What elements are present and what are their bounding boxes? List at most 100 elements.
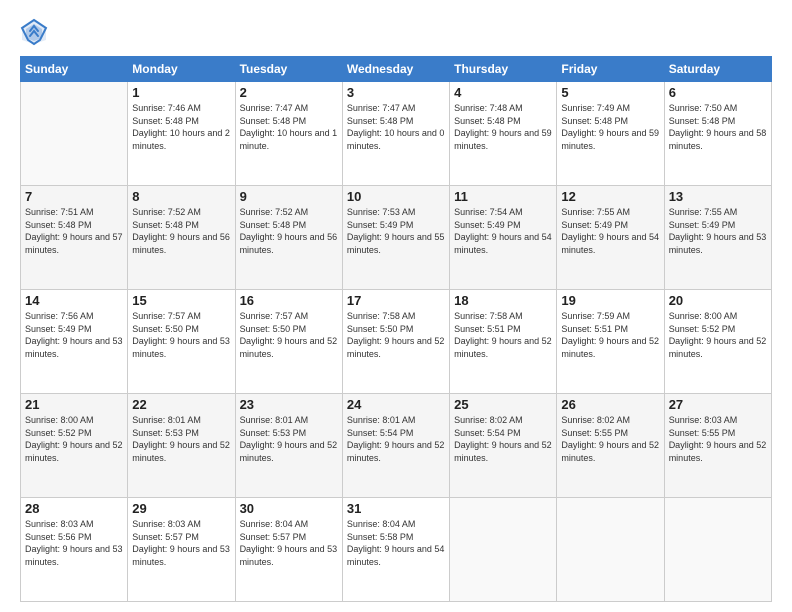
calendar-cell: 2 Sunrise: 7:47 AMSunset: 5:48 PMDaylight… — [235, 82, 342, 186]
calendar-cell: 23Sunrise: 8:01 AMSunset: 5:53 PMDayligh… — [235, 394, 342, 498]
day-info: Sunrise: 8:03 AMSunset: 5:56 PMDaylight:… — [25, 518, 123, 568]
calendar-cell: 3Sunrise: 7:47 AMSunset: 5:48 PMDaylight… — [342, 82, 449, 186]
calendar-cell: 22 Sunrise: 8:01 AMSunset: 5:53 PMDayligh… — [128, 394, 235, 498]
day-number: 29 — [132, 501, 230, 516]
day-number: 17 — [347, 293, 445, 308]
calendar-week-row: 21Sunrise: 8:00 AMSunset: 5:52 PMDayligh… — [21, 394, 772, 498]
day-number: 30 — [240, 501, 338, 516]
day-info: Sunrise: 7:47 AMSunset: 5:48 PMDaylight:… — [240, 102, 338, 152]
calendar-week-row: 14 Sunrise: 7:56 AMSunset: 5:49 PMDayligh… — [21, 290, 772, 394]
day-info: Sunrise: 8:01 AMSunset: 5:54 PMDaylight:… — [347, 414, 445, 464]
day-number: 23 — [240, 397, 338, 412]
logo — [20, 18, 52, 46]
calendar-cell: 12 Sunrise: 7:55 AMSunset: 5:49 PMDayligh… — [557, 186, 664, 290]
calendar-cell: 16Sunrise: 7:57 AMSunset: 5:50 PMDayligh… — [235, 290, 342, 394]
calendar-cell: 19 Sunrise: 7:59 AMSunset: 5:51 PMDayligh… — [557, 290, 664, 394]
calendar-cell: 14 Sunrise: 7:56 AMSunset: 5:49 PMDayligh… — [21, 290, 128, 394]
calendar-cell: 15 Sunrise: 7:57 AMSunset: 5:50 PMDayligh… — [128, 290, 235, 394]
day-info: Sunrise: 7:52 AMSunset: 5:48 PMDaylight:… — [240, 206, 338, 256]
calendar-cell: 25 Sunrise: 8:02 AMSunset: 5:54 PMDayligh… — [450, 394, 557, 498]
day-info: Sunrise: 7:48 AMSunset: 5:48 PMDaylight:… — [454, 102, 552, 152]
calendar-header-monday: Monday — [128, 57, 235, 82]
day-info: Sunrise: 8:01 AMSunset: 5:53 PMDaylight:… — [132, 414, 230, 464]
day-number: 2 — [240, 85, 338, 100]
day-info: Sunrise: 7:57 AMSunset: 5:50 PMDaylight:… — [132, 310, 230, 360]
day-number: 27 — [669, 397, 767, 412]
calendar-header-saturday: Saturday — [664, 57, 771, 82]
day-info: Sunrise: 7:55 AMSunset: 5:49 PMDaylight:… — [561, 206, 659, 256]
calendar-cell: 27 Sunrise: 8:03 AMSunset: 5:55 PMDayligh… — [664, 394, 771, 498]
calendar-cell: 28Sunrise: 8:03 AMSunset: 5:56 PMDayligh… — [21, 498, 128, 602]
day-number: 24 — [347, 397, 445, 412]
day-info: Sunrise: 8:02 AMSunset: 5:54 PMDaylight:… — [454, 414, 552, 464]
calendar-cell: 1 Sunrise: 7:46 AMSunset: 5:48 PMDaylight… — [128, 82, 235, 186]
calendar-cell — [664, 498, 771, 602]
day-number: 5 — [561, 85, 659, 100]
day-info: Sunrise: 7:53 AMSunset: 5:49 PMDaylight:… — [347, 206, 445, 256]
day-number: 19 — [561, 293, 659, 308]
calendar-cell: 24 Sunrise: 8:01 AMSunset: 5:54 PMDayligh… — [342, 394, 449, 498]
day-info: Sunrise: 8:03 AMSunset: 5:57 PMDaylight:… — [132, 518, 230, 568]
calendar-cell: 21Sunrise: 8:00 AMSunset: 5:52 PMDayligh… — [21, 394, 128, 498]
day-number: 22 — [132, 397, 230, 412]
day-number: 18 — [454, 293, 552, 308]
calendar-cell: 10 Sunrise: 7:53 AMSunset: 5:49 PMDayligh… — [342, 186, 449, 290]
day-info: Sunrise: 8:03 AMSunset: 5:55 PMDaylight:… — [669, 414, 767, 464]
calendar-week-row: 28Sunrise: 8:03 AMSunset: 5:56 PMDayligh… — [21, 498, 772, 602]
calendar-week-row: 7Sunrise: 7:51 AMSunset: 5:48 PMDaylight… — [21, 186, 772, 290]
day-number: 16 — [240, 293, 338, 308]
calendar-cell: 18 Sunrise: 7:58 AMSunset: 5:51 PMDayligh… — [450, 290, 557, 394]
day-info: Sunrise: 7:56 AMSunset: 5:49 PMDaylight:… — [25, 310, 123, 360]
day-info: Sunrise: 8:04 AMSunset: 5:57 PMDaylight:… — [240, 518, 338, 568]
day-info: Sunrise: 7:58 AMSunset: 5:50 PMDaylight:… — [347, 310, 445, 360]
calendar-cell — [557, 498, 664, 602]
calendar-cell — [21, 82, 128, 186]
day-number: 20 — [669, 293, 767, 308]
day-number: 15 — [132, 293, 230, 308]
calendar-cell: 29 Sunrise: 8:03 AMSunset: 5:57 PMDayligh… — [128, 498, 235, 602]
day-info: Sunrise: 7:46 AMSunset: 5:48 PMDaylight:… — [132, 102, 230, 152]
calendar-cell: 8 Sunrise: 7:52 AMSunset: 5:48 PMDaylight… — [128, 186, 235, 290]
calendar-header-tuesday: Tuesday — [235, 57, 342, 82]
calendar-cell: 31Sunrise: 8:04 AMSunset: 5:58 PMDayligh… — [342, 498, 449, 602]
day-info: Sunrise: 7:58 AMSunset: 5:51 PMDaylight:… — [454, 310, 552, 360]
day-info: Sunrise: 7:49 AMSunset: 5:48 PMDaylight:… — [561, 102, 659, 152]
calendar-cell: 30 Sunrise: 8:04 AMSunset: 5:57 PMDayligh… — [235, 498, 342, 602]
header — [20, 18, 772, 46]
day-number: 25 — [454, 397, 552, 412]
day-info: Sunrise: 7:55 AMSunset: 5:49 PMDaylight:… — [669, 206, 767, 256]
calendar-header-sunday: Sunday — [21, 57, 128, 82]
day-number: 9 — [240, 189, 338, 204]
day-number: 10 — [347, 189, 445, 204]
day-info: Sunrise: 8:04 AMSunset: 5:58 PMDaylight:… — [347, 518, 445, 568]
calendar-week-row: 1 Sunrise: 7:46 AMSunset: 5:48 PMDaylight… — [21, 82, 772, 186]
day-number: 13 — [669, 189, 767, 204]
calendar-header-wednesday: Wednesday — [342, 57, 449, 82]
calendar-cell: 11Sunrise: 7:54 AMSunset: 5:49 PMDayligh… — [450, 186, 557, 290]
day-number: 4 — [454, 85, 552, 100]
calendar-cell: 17 Sunrise: 7:58 AMSunset: 5:50 PMDayligh… — [342, 290, 449, 394]
day-number: 1 — [132, 85, 230, 100]
day-info: Sunrise: 8:00 AMSunset: 5:52 PMDaylight:… — [669, 310, 767, 360]
logo-icon — [20, 18, 48, 46]
day-number: 14 — [25, 293, 123, 308]
calendar-cell: 9 Sunrise: 7:52 AMSunset: 5:48 PMDaylight… — [235, 186, 342, 290]
calendar-cell: 26 Sunrise: 8:02 AMSunset: 5:55 PMDayligh… — [557, 394, 664, 498]
day-info: Sunrise: 7:52 AMSunset: 5:48 PMDaylight:… — [132, 206, 230, 256]
day-number: 12 — [561, 189, 659, 204]
calendar-header-row: SundayMondayTuesdayWednesdayThursdayFrid… — [21, 57, 772, 82]
day-info: Sunrise: 7:47 AMSunset: 5:48 PMDaylight:… — [347, 102, 445, 152]
day-number: 6 — [669, 85, 767, 100]
day-number: 11 — [454, 189, 552, 204]
day-info: Sunrise: 8:02 AMSunset: 5:55 PMDaylight:… — [561, 414, 659, 464]
day-info: Sunrise: 8:00 AMSunset: 5:52 PMDaylight:… — [25, 414, 123, 464]
day-info: Sunrise: 7:59 AMSunset: 5:51 PMDaylight:… — [561, 310, 659, 360]
calendar-cell — [450, 498, 557, 602]
day-number: 26 — [561, 397, 659, 412]
day-number: 8 — [132, 189, 230, 204]
calendar-header-thursday: Thursday — [450, 57, 557, 82]
calendar-cell: 4 Sunrise: 7:48 AMSunset: 5:48 PMDaylight… — [450, 82, 557, 186]
day-info: Sunrise: 7:50 AMSunset: 5:48 PMDaylight:… — [669, 102, 767, 152]
calendar-cell: 20 Sunrise: 8:00 AMSunset: 5:52 PMDayligh… — [664, 290, 771, 394]
calendar-cell: 13 Sunrise: 7:55 AMSunset: 5:49 PMDayligh… — [664, 186, 771, 290]
